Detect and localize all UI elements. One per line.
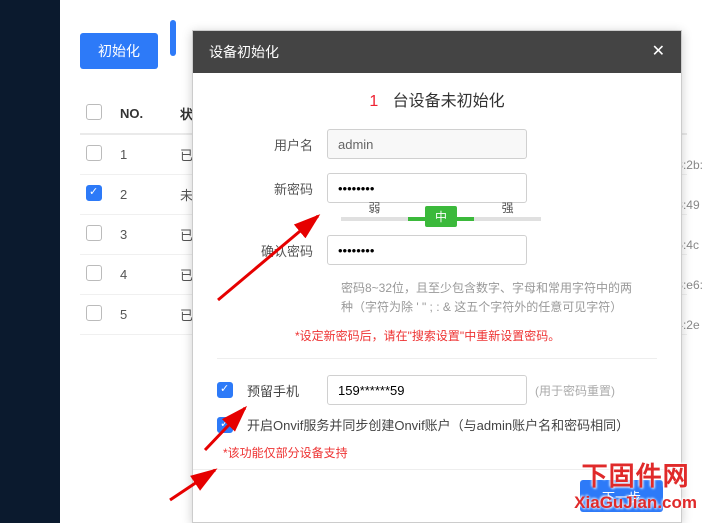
close-icon[interactable]: ✕ [652, 31, 665, 73]
row-checkbox[interactable] [86, 305, 102, 321]
reserve-phone-input[interactable] [327, 375, 527, 405]
secondary-button[interactable] [170, 20, 176, 56]
onvif-warning: *该功能仅部分设备支持 [223, 444, 657, 461]
dialog-title: 设备初始化 [209, 31, 279, 73]
confirm-label: 确认密码 [217, 241, 327, 260]
initialize-dialog: 设备初始化 ✕ 1 台设备未初始化 用户名 新密码 弱 中 强 确认密码 密码8… [192, 30, 682, 523]
subtitle-text: 台设备未初始化 [393, 93, 505, 110]
row-checkbox[interactable] [86, 225, 102, 241]
pwd-warning: *设定新密码后，请在"搜索设置"中重新设置密码。 [295, 327, 657, 344]
confirm-input[interactable] [327, 235, 527, 265]
row-checkbox[interactable] [86, 145, 102, 161]
dialog-body: 1 台设备未初始化 用户名 新密码 弱 中 强 确认密码 密码8~32位，且至少… [193, 73, 681, 469]
device-count: 1 [369, 93, 378, 110]
username-label: 用户名 [217, 135, 327, 154]
onvif-checkbox[interactable] [217, 417, 233, 433]
username-input [327, 129, 527, 159]
dialog-header: 设备初始化 ✕ [193, 31, 681, 73]
next-button[interactable]: 下一步 [580, 480, 663, 512]
divider [217, 358, 657, 359]
password-strength-meter: 弱 中 强 [341, 217, 541, 221]
select-all-checkbox[interactable] [86, 104, 102, 120]
reserve-phone-label: 预留手机 [247, 381, 327, 400]
newpwd-input[interactable] [327, 173, 527, 203]
pwd-hint: 密码8~32位，且至少包含数字、字母和常用字符中的两种（字符为除 ' " ; :… [341, 279, 641, 317]
row-checkbox[interactable] [86, 265, 102, 281]
dialog-footer: 下一步 [193, 469, 681, 522]
left-sidebar [0, 0, 60, 523]
row-checkbox[interactable] [86, 185, 102, 201]
col-no: NO. [114, 94, 174, 134]
reserve-phone-checkbox[interactable] [217, 382, 233, 398]
onvif-label: 开启Onvif服务并同步创建Onvif账户（与admin账户名和密码相同） [247, 415, 629, 434]
newpwd-label: 新密码 [217, 179, 327, 198]
initialize-button[interactable]: 初始化 [80, 33, 158, 69]
reserve-phone-hint: (用于密码重置) [535, 382, 615, 399]
subtitle: 1 台设备未初始化 [217, 87, 657, 111]
